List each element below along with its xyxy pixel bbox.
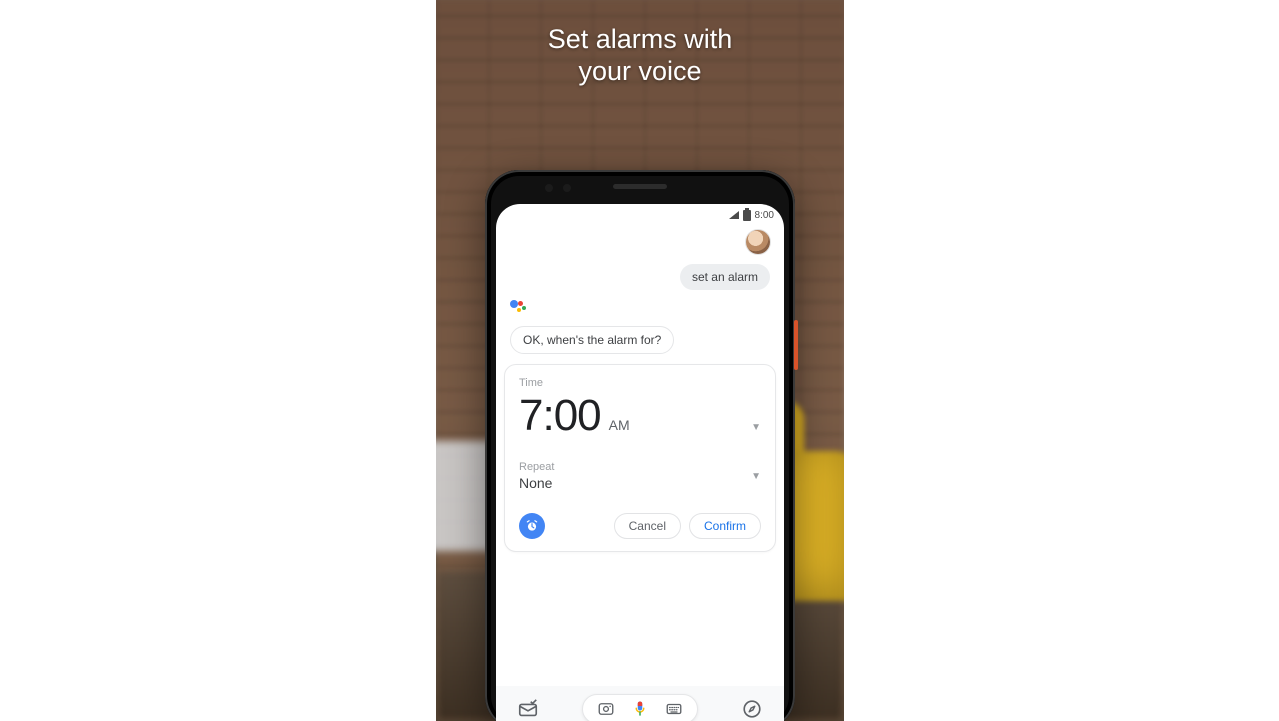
chevron-down-icon: ▼	[751, 422, 761, 433]
cancel-label: Cancel	[629, 519, 666, 533]
hero-line2: your voice	[578, 56, 701, 86]
confirm-label: Confirm	[704, 519, 746, 533]
time-value: 7:00	[519, 391, 601, 441]
confirm-button[interactable]: Confirm	[689, 513, 761, 539]
assistant-message-bubble: OK, when's the alarm for?	[510, 326, 674, 354]
battery-icon	[743, 210, 751, 221]
repeat-label: Repeat	[519, 461, 554, 473]
hero-text: Set alarms with your voice	[436, 24, 844, 88]
front-sensor-icon	[563, 184, 571, 192]
earpiece	[613, 184, 667, 189]
chevron-down-icon: ▼	[751, 471, 761, 482]
hero-line1: Set alarms with	[548, 24, 733, 54]
front-camera-icon	[545, 184, 553, 192]
user-message-bubble: set an alarm	[680, 264, 770, 290]
repeat-value: None	[519, 475, 554, 491]
time-label: Time	[519, 377, 761, 389]
repeat-picker[interactable]: Repeat None ▼	[519, 461, 761, 491]
clock-icon	[525, 519, 539, 533]
phone-screen: 8:00 set an alarm OK, when's the alarm f…	[496, 204, 784, 721]
user-message-text: set an alarm	[692, 270, 758, 284]
avatar[interactable]	[746, 230, 770, 254]
explore-icon[interactable]	[741, 698, 763, 720]
bottom-nav	[496, 686, 784, 721]
time-ampm: AM	[609, 417, 630, 433]
phone-frame: 8:00 set an alarm OK, when's the alarm f…	[485, 170, 795, 721]
mic-icon[interactable]	[631, 700, 649, 718]
assistant-logo-icon	[510, 300, 524, 314]
cancel-button[interactable]: Cancel	[614, 513, 681, 539]
input-pill	[582, 694, 698, 721]
clock-app-chip[interactable]	[519, 513, 545, 539]
status-bar: 8:00	[496, 204, 784, 224]
time-picker[interactable]: 7:00 AM ▼	[519, 391, 761, 441]
promo-stage: Set alarms with your voice 8:00 set an a…	[436, 0, 844, 721]
assistant-message-text: OK, when's the alarm for?	[523, 333, 661, 347]
lens-icon[interactable]	[597, 700, 615, 718]
status-time: 8:00	[755, 210, 774, 221]
keyboard-icon[interactable]	[665, 700, 683, 718]
updates-icon[interactable]	[517, 698, 539, 720]
phone-power-button	[794, 320, 798, 370]
signal-icon	[729, 211, 739, 219]
alarm-card: Time 7:00 AM ▼ Repeat None ▼	[504, 364, 776, 552]
